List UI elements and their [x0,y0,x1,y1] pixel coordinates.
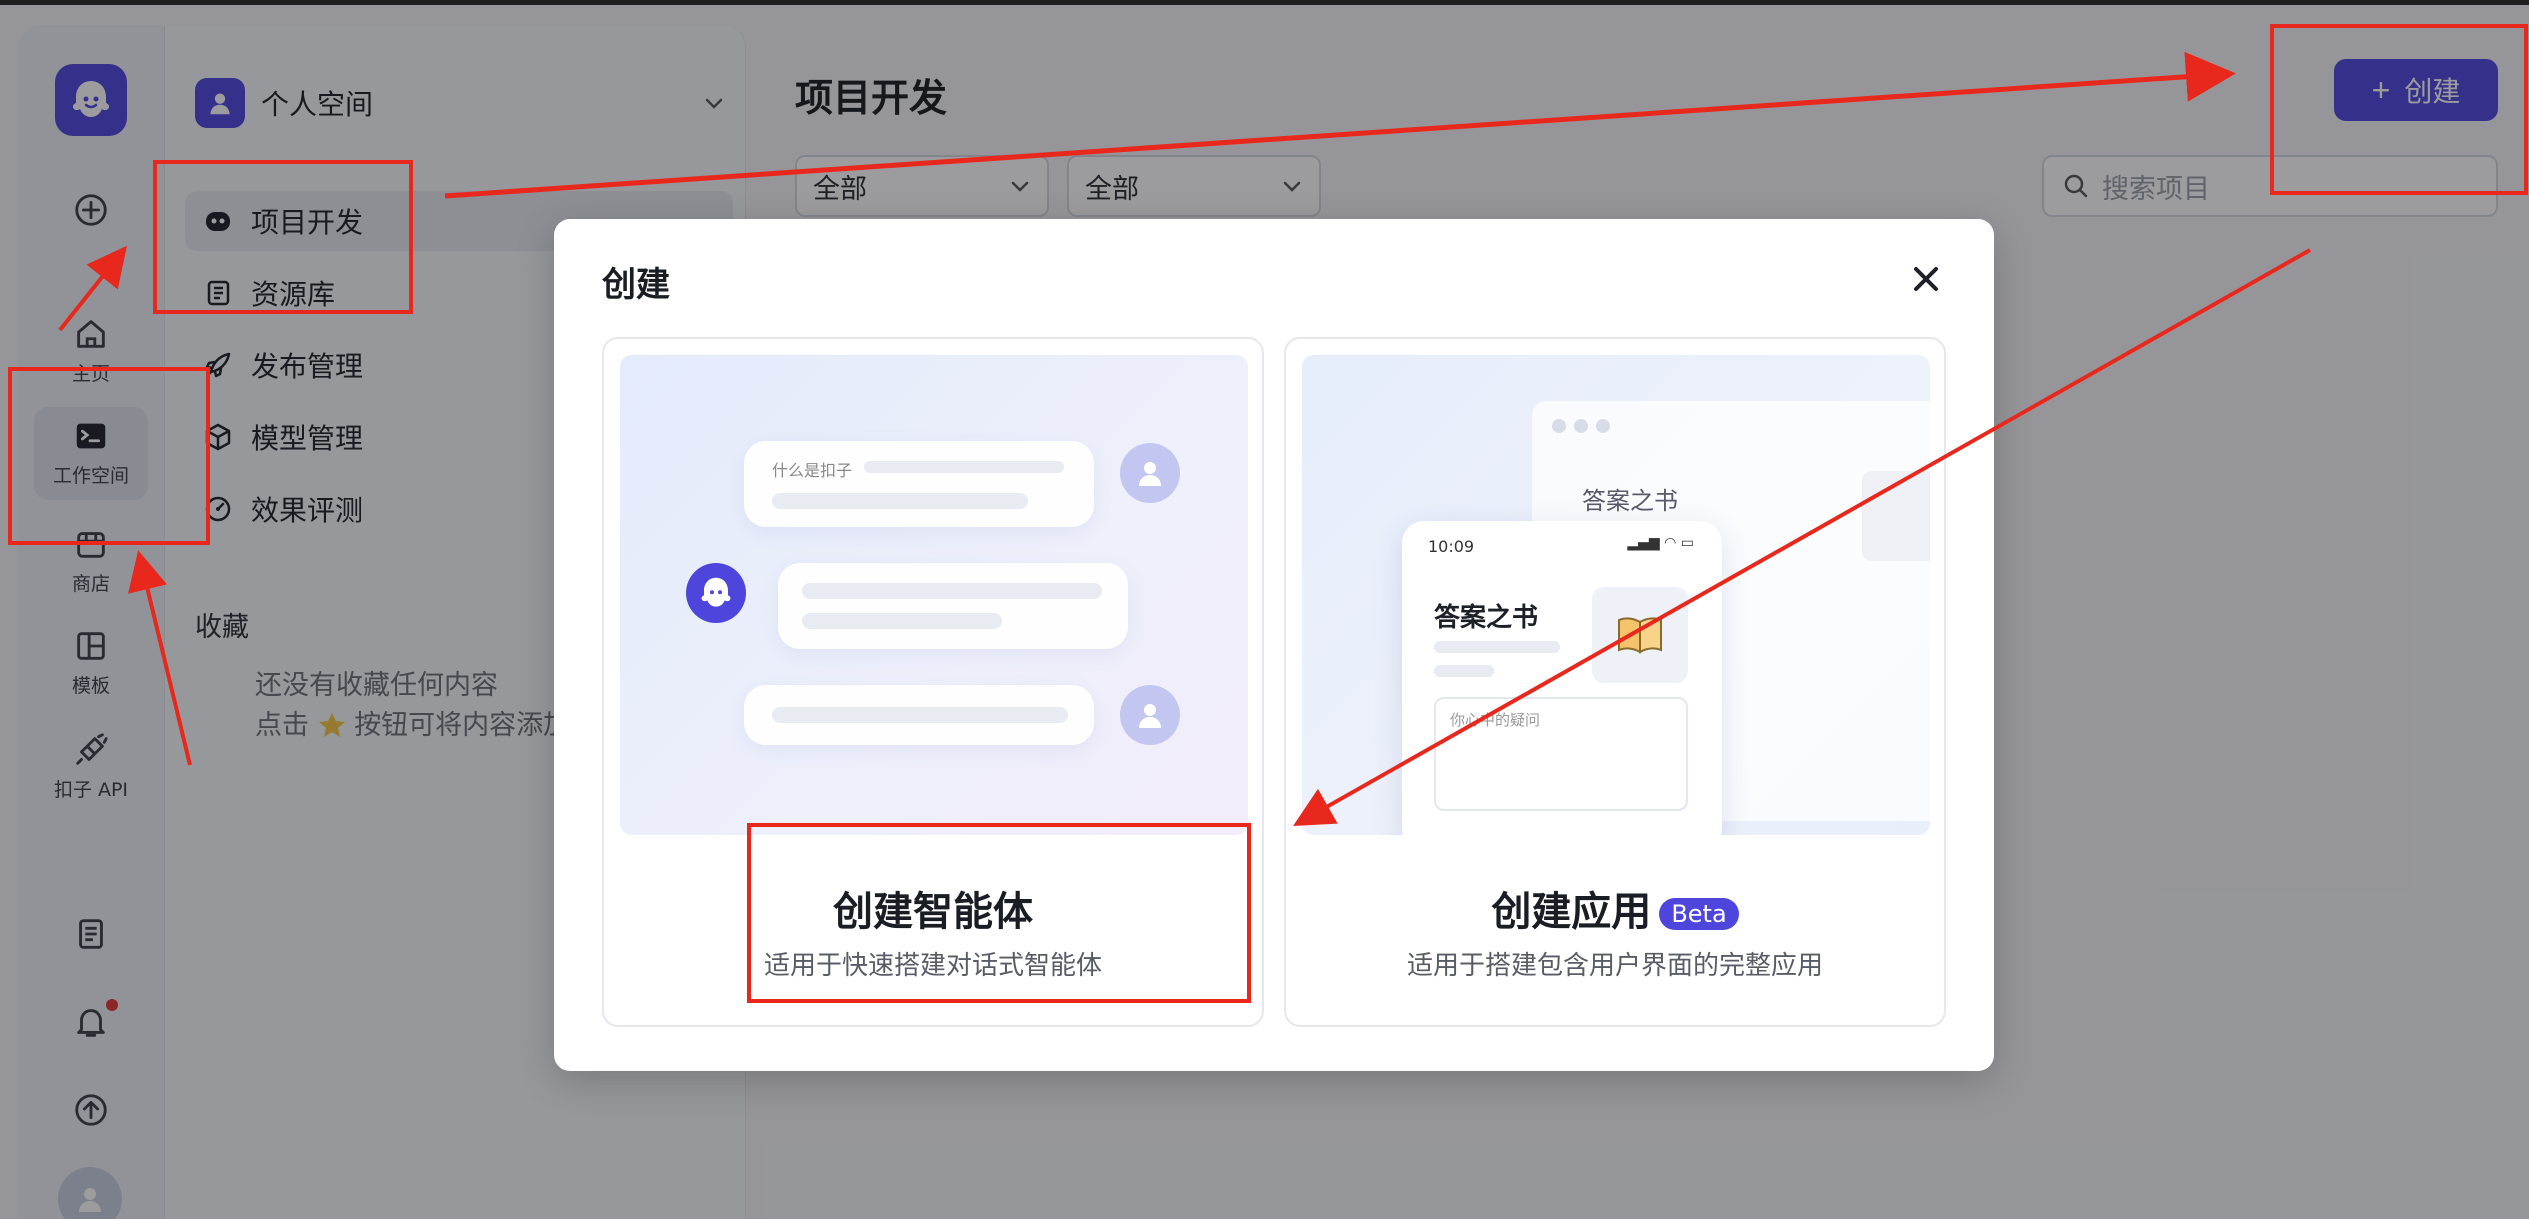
user-icon [1139,462,1161,486]
annotation-box-workspace [8,367,210,545]
app-window: 主页 工作空间 商店 模板 扣子 API 个人空间 项目开发 资源库 发布管理 … [0,5,2529,1219]
chat-placeholder-bar [772,493,1028,509]
close-icon[interactable] [1906,259,1946,299]
app-card-title: 创建应用 Beta [1286,879,1944,937]
app-card-title-text: 创建应用 [1491,889,1652,935]
phone-mock: 10:09 ▂▄▆ ◠ ▭ 答案之书 你心中的疑问 [1402,521,1722,835]
coze-ghost-icon [701,577,731,607]
book-icon [1592,587,1688,683]
chat-placeholder-bar [864,461,1064,473]
chat-question: 什么是扣子 [772,461,853,480]
chat-placeholder-bar [802,583,1102,599]
book-thumbnail [1862,471,1930,561]
beta-badge: Beta [1659,898,1739,930]
annotation-box-project-dev [153,160,413,314]
user-avatar-bubble [1120,685,1180,745]
modal-title: 创建 [602,265,670,305]
chat-placeholder-bar [802,613,1002,629]
phone-placeholder-bar [1434,641,1560,653]
chat-bubble-user: 什么是扣子 [744,441,1094,527]
window-dots [1552,419,1610,433]
user-avatar-bubble [1120,443,1180,503]
create-app-card[interactable]: 答案之书 10:09 ▂▄▆ ◠ ▭ 答案之书 你心中的疑问 创建应用 Beta… [1284,337,1946,1027]
chat-bubble-bot [778,563,1128,649]
agent-illustration: 什么是扣子 [620,355,1248,835]
bot-avatar [686,563,746,623]
phone-time: 10:09 [1428,537,1475,556]
phone-input-box: 你心中的疑问 [1434,697,1688,811]
app-card-subtitle: 适用于搭建包含用户界面的完整应用 [1406,951,1823,981]
phone-app-name: 答案之书 [1434,603,1539,633]
desktop-app-name: 答案之书 [1582,487,1678,515]
annotation-box-create-agent [747,823,1251,1003]
chat-bubble-user [744,685,1094,745]
chat-placeholder-bar [772,707,1068,723]
phone-input-placeholder: 你心中的疑问 [1450,711,1541,729]
phone-status-icons: ▂▄▆ ◠ ▭ [1627,535,1694,551]
annotation-box-create-button [2270,24,2528,195]
app-illustration: 答案之书 10:09 ▂▄▆ ◠ ▭ 答案之书 你心中的疑问 [1302,355,1930,835]
user-icon [1139,704,1161,728]
phone-placeholder-bar [1434,665,1494,677]
